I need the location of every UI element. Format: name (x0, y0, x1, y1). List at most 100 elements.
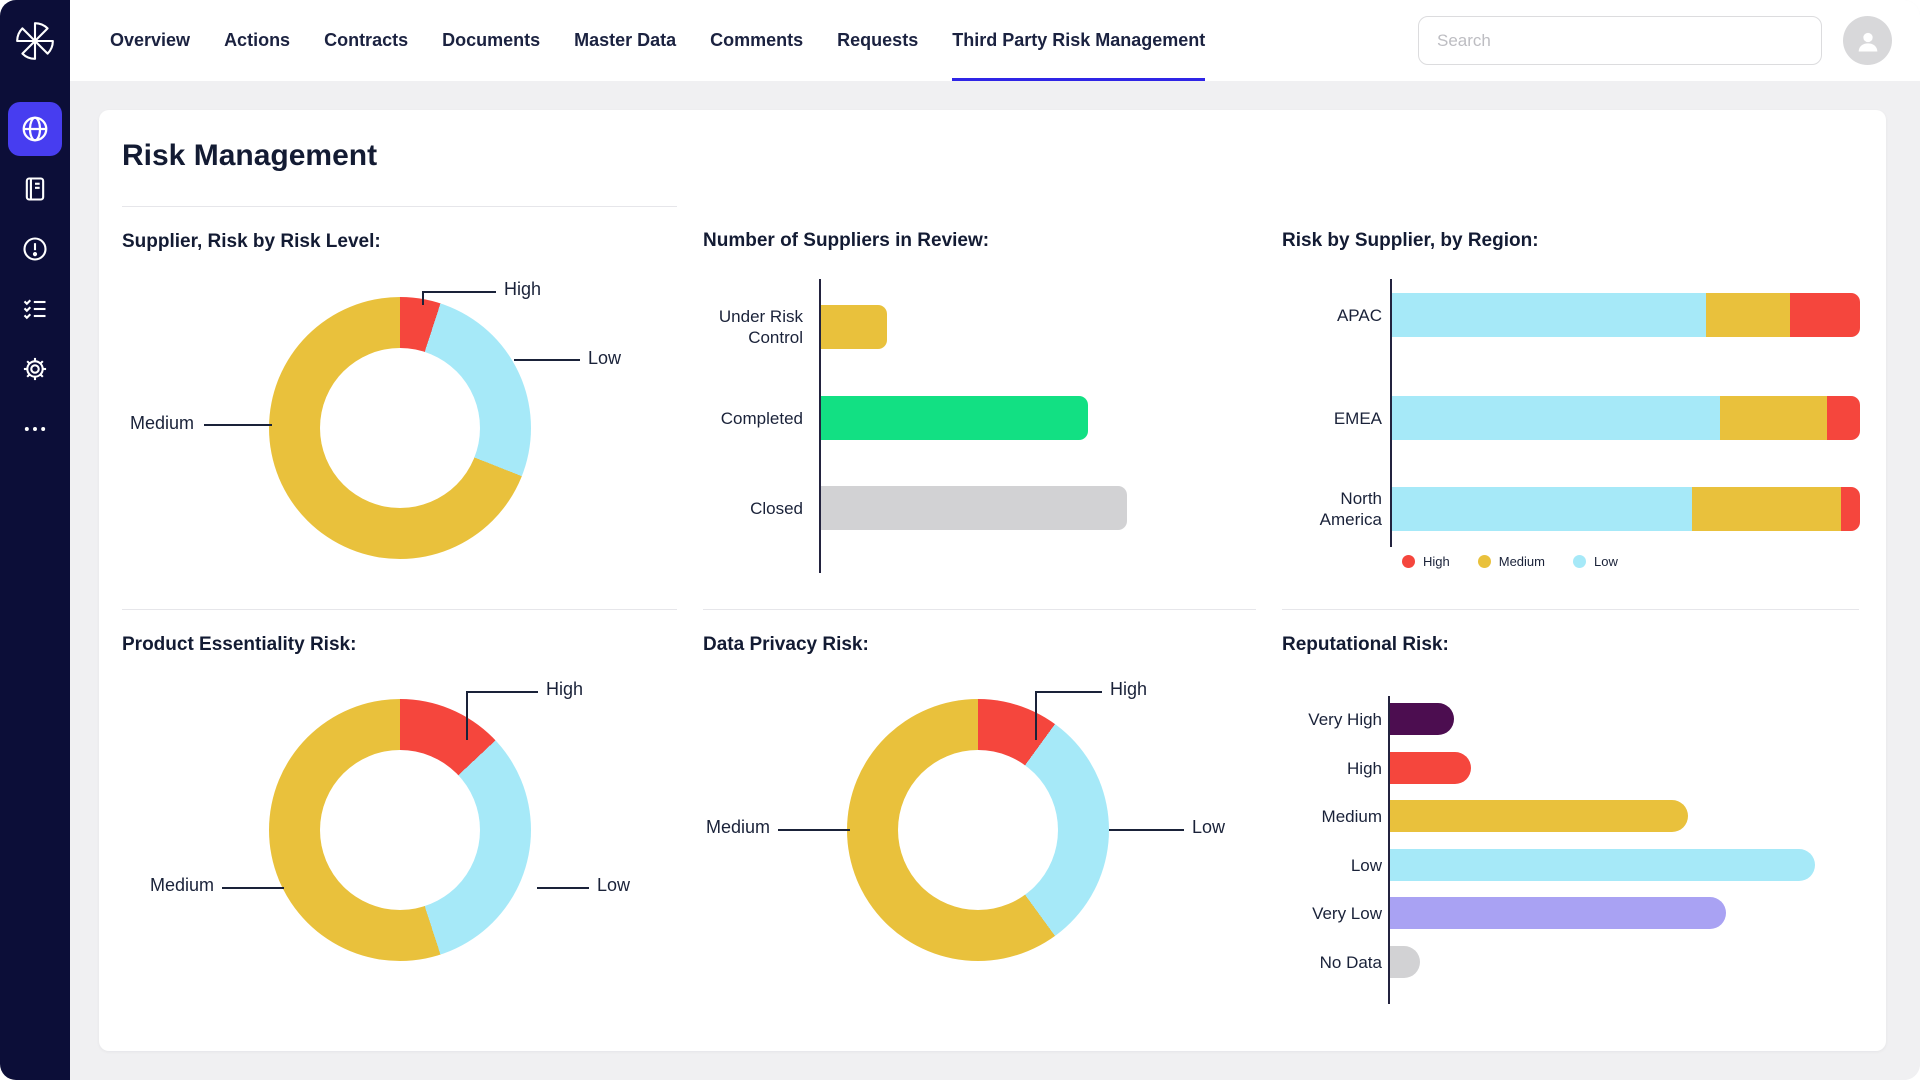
stack-segment-medium (1720, 396, 1828, 440)
tab-contracts[interactable]: Contracts (324, 0, 408, 81)
label-line-low (537, 887, 589, 889)
category-under-risk-control: Under Risk Control (703, 305, 803, 349)
chart-title: Product Essentiality Risk: (122, 634, 677, 656)
main-content: Risk Management Supplier, Risk by Risk L… (70, 81, 1920, 1080)
search-input[interactable] (1435, 30, 1805, 52)
donut-supplier-risk (269, 297, 531, 559)
app-logo[interactable] (14, 0, 56, 81)
chart-title: Risk by Supplier, by Region: (1282, 230, 1859, 252)
globe-icon (20, 114, 50, 144)
tab-comments[interactable]: Comments (710, 0, 803, 81)
label-line-high-elbow (1035, 691, 1037, 740)
sidebar-item-globe[interactable] (8, 102, 62, 156)
gear-icon (21, 355, 49, 383)
chart-title: Number of Suppliers in Review: (703, 230, 1256, 252)
stacked-bar-emea (1392, 396, 1860, 440)
slice-label-low: Low (597, 875, 630, 896)
bar-track (821, 396, 1258, 440)
label-line-medium (222, 887, 284, 889)
bar-track (821, 305, 1258, 349)
user-icon (1854, 27, 1882, 55)
label-line-high-elbow (422, 291, 424, 305)
label-line-high-elbow (466, 691, 468, 740)
label-line-high (422, 291, 496, 293)
category-apac: APAC (1282, 293, 1382, 337)
bar-completed (821, 396, 1088, 440)
bar-track (1390, 849, 1815, 881)
slice-label-medium: Medium (703, 817, 770, 838)
bar-track (1390, 703, 1815, 735)
tab-master-data[interactable]: Master Data (574, 0, 676, 81)
stack-segment-medium (1692, 487, 1842, 531)
checklist-icon (21, 295, 49, 323)
stack-segment-low (1392, 293, 1706, 337)
sidebar-item-settings[interactable] (8, 342, 62, 396)
category-north-america: North America (1282, 487, 1382, 531)
avatar[interactable] (1843, 16, 1892, 65)
bar-track (1390, 897, 1815, 929)
stack-segment-high (1827, 396, 1860, 440)
legend-label-high: High (1423, 554, 1450, 569)
alert-circle-icon (21, 235, 49, 263)
sidebar-item-more[interactable] (8, 402, 62, 456)
bar-no-data (1390, 946, 1420, 978)
label-line-low (514, 359, 580, 361)
tab-third-party-risk-management[interactable]: Third Party Risk Management (952, 0, 1205, 81)
chart-suppliers-in-review: Number of Suppliers in Review: Under Ris… (703, 206, 1256, 609)
tab-overview[interactable]: Overview (110, 0, 190, 81)
page-title: Risk Management (122, 138, 1863, 174)
label-line-low (1109, 829, 1184, 831)
bar-track (1390, 800, 1815, 832)
category-very-low: Very Low (1282, 897, 1382, 929)
legend-item-high: High (1402, 554, 1450, 569)
slice-label-high: High (1110, 679, 1147, 700)
ellipsis-icon (21, 415, 49, 443)
label-line-medium (778, 829, 850, 831)
category-emea: EMEA (1282, 396, 1382, 440)
legend-label-medium: Medium (1499, 554, 1545, 569)
bar-low (1390, 849, 1815, 881)
chart-title: Reputational Risk: (1282, 634, 1859, 656)
risk-legend: High Medium Low (1402, 554, 1618, 569)
chart-data-privacy-risk: Data Privacy Risk: High Low Medium (703, 609, 1256, 1009)
bar-track (1390, 752, 1815, 784)
legend-dot-high (1402, 555, 1415, 568)
sidebar-item-alerts[interactable] (8, 222, 62, 276)
bar-medium (1390, 800, 1688, 832)
slice-label-high: High (504, 279, 541, 300)
chart-risk-by-region: Risk by Supplier, by Region: APAC EMEA N… (1282, 206, 1859, 609)
top-navigation: Overview Actions Contracts Documents Mas… (70, 0, 1920, 81)
donut-data-privacy (847, 699, 1109, 961)
category-completed: Completed (703, 396, 803, 440)
app-window: Overview Actions Contracts Documents Mas… (0, 0, 1920, 1080)
bar-track (1390, 946, 1815, 978)
charts-grid: Supplier, Risk by Risk Level: High Low M… (122, 206, 1863, 1009)
tab-requests[interactable]: Requests (837, 0, 918, 81)
category-high: High (1282, 752, 1382, 784)
chart-product-essentiality-risk: Product Essentiality Risk: High Low Medi… (122, 609, 677, 1009)
donut-product-essentiality (269, 699, 531, 961)
risk-management-card: Risk Management Supplier, Risk by Risk L… (99, 110, 1886, 1051)
bar-closed (821, 486, 1127, 530)
legend-dot-medium (1478, 555, 1491, 568)
chart-reputational-risk: Reputational Risk: Very High High Medium… (1282, 609, 1859, 1009)
tab-documents[interactable]: Documents (442, 0, 540, 81)
category-very-high: Very High (1282, 703, 1382, 735)
logo-icon (14, 20, 56, 62)
stack-segment-low (1392, 487, 1692, 531)
chart-title: Supplier, Risk by Risk Level: (122, 231, 677, 253)
slice-label-low: Low (588, 348, 621, 369)
label-line-medium (204, 424, 272, 426)
stacked-bar-apac (1392, 293, 1860, 337)
sidebar-item-book[interactable] (8, 162, 62, 216)
legend-item-low: Low (1573, 554, 1618, 569)
bar-high (1390, 752, 1471, 784)
stack-segment-low (1392, 396, 1720, 440)
category-no-data: No Data (1282, 946, 1382, 978)
slice-label-medium: Medium (122, 875, 214, 896)
sidebar-item-checklist[interactable] (8, 282, 62, 336)
main-column: Overview Actions Contracts Documents Mas… (70, 0, 1920, 1080)
tab-actions[interactable]: Actions (224, 0, 290, 81)
legend-dot-low (1573, 555, 1586, 568)
nav-tabs: Overview Actions Contracts Documents Mas… (110, 0, 1205, 81)
